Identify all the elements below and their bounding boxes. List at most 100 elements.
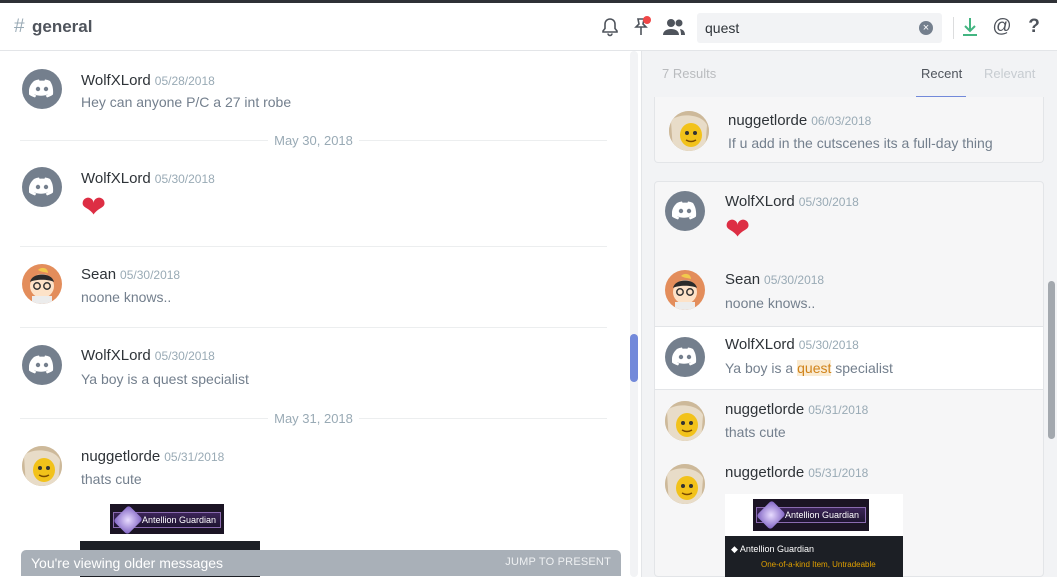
message-item: WolfXLord 05/30/2018 Ya boy is a quest sp…: [0, 341, 620, 401]
author-name[interactable]: nuggetlorde: [725, 401, 804, 418]
message-timestamp: 05/30/2018: [154, 349, 215, 363]
author-name[interactable]: nuggetlorde: [725, 464, 804, 481]
message-author[interactable]: Sean 05/30/2018: [725, 271, 824, 288]
message-timestamp: 05/30/2018: [798, 195, 859, 209]
message-content: If u add in the cutscenes its a full-day…: [728, 135, 993, 151]
avatar[interactable]: [22, 264, 62, 304]
message-author[interactable]: WolfXLord 05/30/2018: [725, 193, 859, 210]
avatar[interactable]: [22, 446, 62, 486]
avatar[interactable]: [665, 191, 705, 231]
avatar[interactable]: [22, 167, 62, 207]
message-content: thats cute: [725, 424, 786, 440]
tab-recent[interactable]: Recent: [921, 66, 962, 81]
sean-avatar-icon: [30, 267, 54, 304]
chat-scrollbar-thumb[interactable]: [630, 334, 638, 382]
author-name[interactable]: WolfXLord: [81, 72, 151, 89]
message-author[interactable]: nuggetlorde 06/03/2018: [728, 112, 871, 129]
search-input[interactable]: quest ×: [697, 13, 942, 43]
message-content: noone knows..: [725, 295, 816, 311]
avatar[interactable]: [665, 401, 705, 441]
message-author[interactable]: WolfXLord 05/30/2018: [81, 347, 215, 364]
message-item: Sean 05/30/2018 noone knows..: [0, 259, 620, 319]
message-timestamp: 05/28/2018: [154, 74, 215, 88]
author-name[interactable]: WolfXLord: [725, 193, 795, 210]
avatar[interactable]: [665, 270, 705, 310]
item-banner: Antellion Guardian: [113, 505, 221, 535]
date-divider-label: May 31, 2018: [268, 411, 359, 426]
results-scrollbar-thumb[interactable]: [1048, 281, 1055, 439]
avatar[interactable]: [665, 464, 705, 504]
toolbar-divider: [953, 17, 954, 39]
message-author[interactable]: nuggetlorde 05/31/2018: [725, 401, 868, 418]
nuggetlorde-avatar-icon: [665, 464, 705, 504]
jump-to-present-button[interactable]: JUMP TO PRESENT: [505, 556, 611, 568]
search-results-panel: 7 Results Recent Relevant nuggetlorde 06/…: [641, 51, 1057, 577]
message-author[interactable]: nuggetlorde 05/31/2018: [81, 448, 224, 465]
author-name[interactable]: nuggetlorde: [81, 448, 160, 465]
result-message[interactable]: WolfXLord 05/30/2018 ❤: [655, 182, 1043, 260]
discord-logo-icon: [29, 355, 54, 374]
mention-icon[interactable]: @: [990, 15, 1014, 39]
channel-header: # general quest × @ ?: [0, 0, 1057, 51]
tab-relevant[interactable]: Relevant: [984, 66, 1035, 81]
message-author[interactable]: WolfXLord 05/30/2018: [725, 336, 859, 353]
older-messages-text: You're viewing older messages: [31, 555, 224, 571]
message-separator: [20, 246, 607, 247]
message-content: noone knows..: [81, 289, 172, 305]
search-clear-icon[interactable]: ×: [919, 21, 933, 35]
pin-icon[interactable]: [630, 15, 654, 39]
author-name[interactable]: WolfXLord: [725, 336, 795, 353]
chat-scrollbar-track[interactable]: [630, 51, 638, 577]
message-content: Ya boy is a quest specialist: [81, 371, 249, 387]
avatar[interactable]: [665, 337, 705, 377]
members-icon[interactable]: [662, 15, 686, 39]
avatar[interactable]: [22, 69, 62, 109]
help-icon[interactable]: ?: [1022, 15, 1046, 39]
author-name[interactable]: Sean: [725, 271, 760, 288]
download-icon[interactable]: [958, 15, 982, 39]
author-name[interactable]: WolfXLord: [81, 347, 151, 364]
result-card[interactable]: WolfXLord 05/30/2018 ❤ Sean 05/30/2018 noo…: [654, 181, 1044, 577]
result-message-hit[interactable]: WolfXLord 05/30/2018 Ya boy is a quest sp…: [655, 326, 1043, 390]
channel-name: general: [32, 17, 93, 36]
bell-icon[interactable]: [598, 15, 622, 39]
date-divider: May 31, 2018: [20, 411, 607, 426]
message-item: WolfXLord 05/28/2018 Hey can anyone P/C a…: [0, 65, 620, 115]
message-timestamp: 05/31/2018: [164, 450, 225, 464]
heart-emoji[interactable]: ❤: [81, 191, 106, 225]
result-card[interactable]: nuggetlorde 06/03/2018 If u add in the cu…: [654, 97, 1044, 163]
author-name[interactable]: Sean: [81, 266, 116, 283]
channel-hash-icon: #: [14, 16, 25, 37]
result-message[interactable]: nuggetlorde 05/31/2018 thats cute: [655, 392, 1043, 454]
message-author[interactable]: WolfXLord 05/30/2018: [81, 170, 215, 187]
message-author[interactable]: nuggetlorde 05/31/2018: [725, 464, 868, 481]
content-text: Ya boy is a: [725, 360, 798, 376]
item-tooltip-title: ◆ Antellion Guardian: [731, 544, 814, 554]
result-message[interactable]: nuggetlorde 05/31/2018 Antellion Guardian…: [655, 456, 1043, 577]
message-item: WolfXLord 05/30/2018 ❤: [0, 163, 620, 233]
older-messages-bar[interactable]: You're viewing older messages JUMP TO PR…: [21, 550, 621, 576]
author-name[interactable]: WolfXLord: [81, 170, 151, 187]
message-list[interactable]: WolfXLord 05/28/2018 Hey can anyone P/C a…: [0, 51, 641, 577]
result-message[interactable]: nuggetlorde 06/03/2018 If u add in the cu…: [655, 97, 1043, 161]
message-separator: [20, 327, 607, 328]
message-timestamp: 05/30/2018: [120, 268, 181, 282]
heart-emoji[interactable]: ❤: [725, 213, 750, 247]
discord-logo-icon: [29, 79, 54, 98]
embedded-image[interactable]: Antellion Guardian ◆ Antellion Guardian …: [725, 494, 903, 577]
date-divider: May 30, 2018: [20, 133, 607, 148]
item-tooltip: ◆ Antellion Guardian One-of-a-kind Item,…: [725, 536, 903, 577]
discord-logo-icon: [29, 177, 54, 196]
results-header: 7 Results Recent Relevant: [642, 51, 1057, 98]
avatar[interactable]: [669, 111, 709, 151]
message-author[interactable]: Sean 05/30/2018: [81, 266, 180, 283]
sean-avatar-icon: [673, 273, 697, 310]
message-author[interactable]: WolfXLord 05/28/2018: [81, 72, 215, 89]
message-content: thats cute: [81, 471, 142, 487]
avatar[interactable]: [22, 345, 62, 385]
nuggetlorde-avatar-icon: [669, 111, 709, 151]
date-divider-label: May 30, 2018: [268, 133, 359, 148]
message-content: Ya boy is a quest specialist: [725, 360, 893, 376]
author-name[interactable]: nuggetlorde: [728, 112, 807, 129]
result-message[interactable]: Sean 05/30/2018 noone knows..: [655, 262, 1043, 324]
